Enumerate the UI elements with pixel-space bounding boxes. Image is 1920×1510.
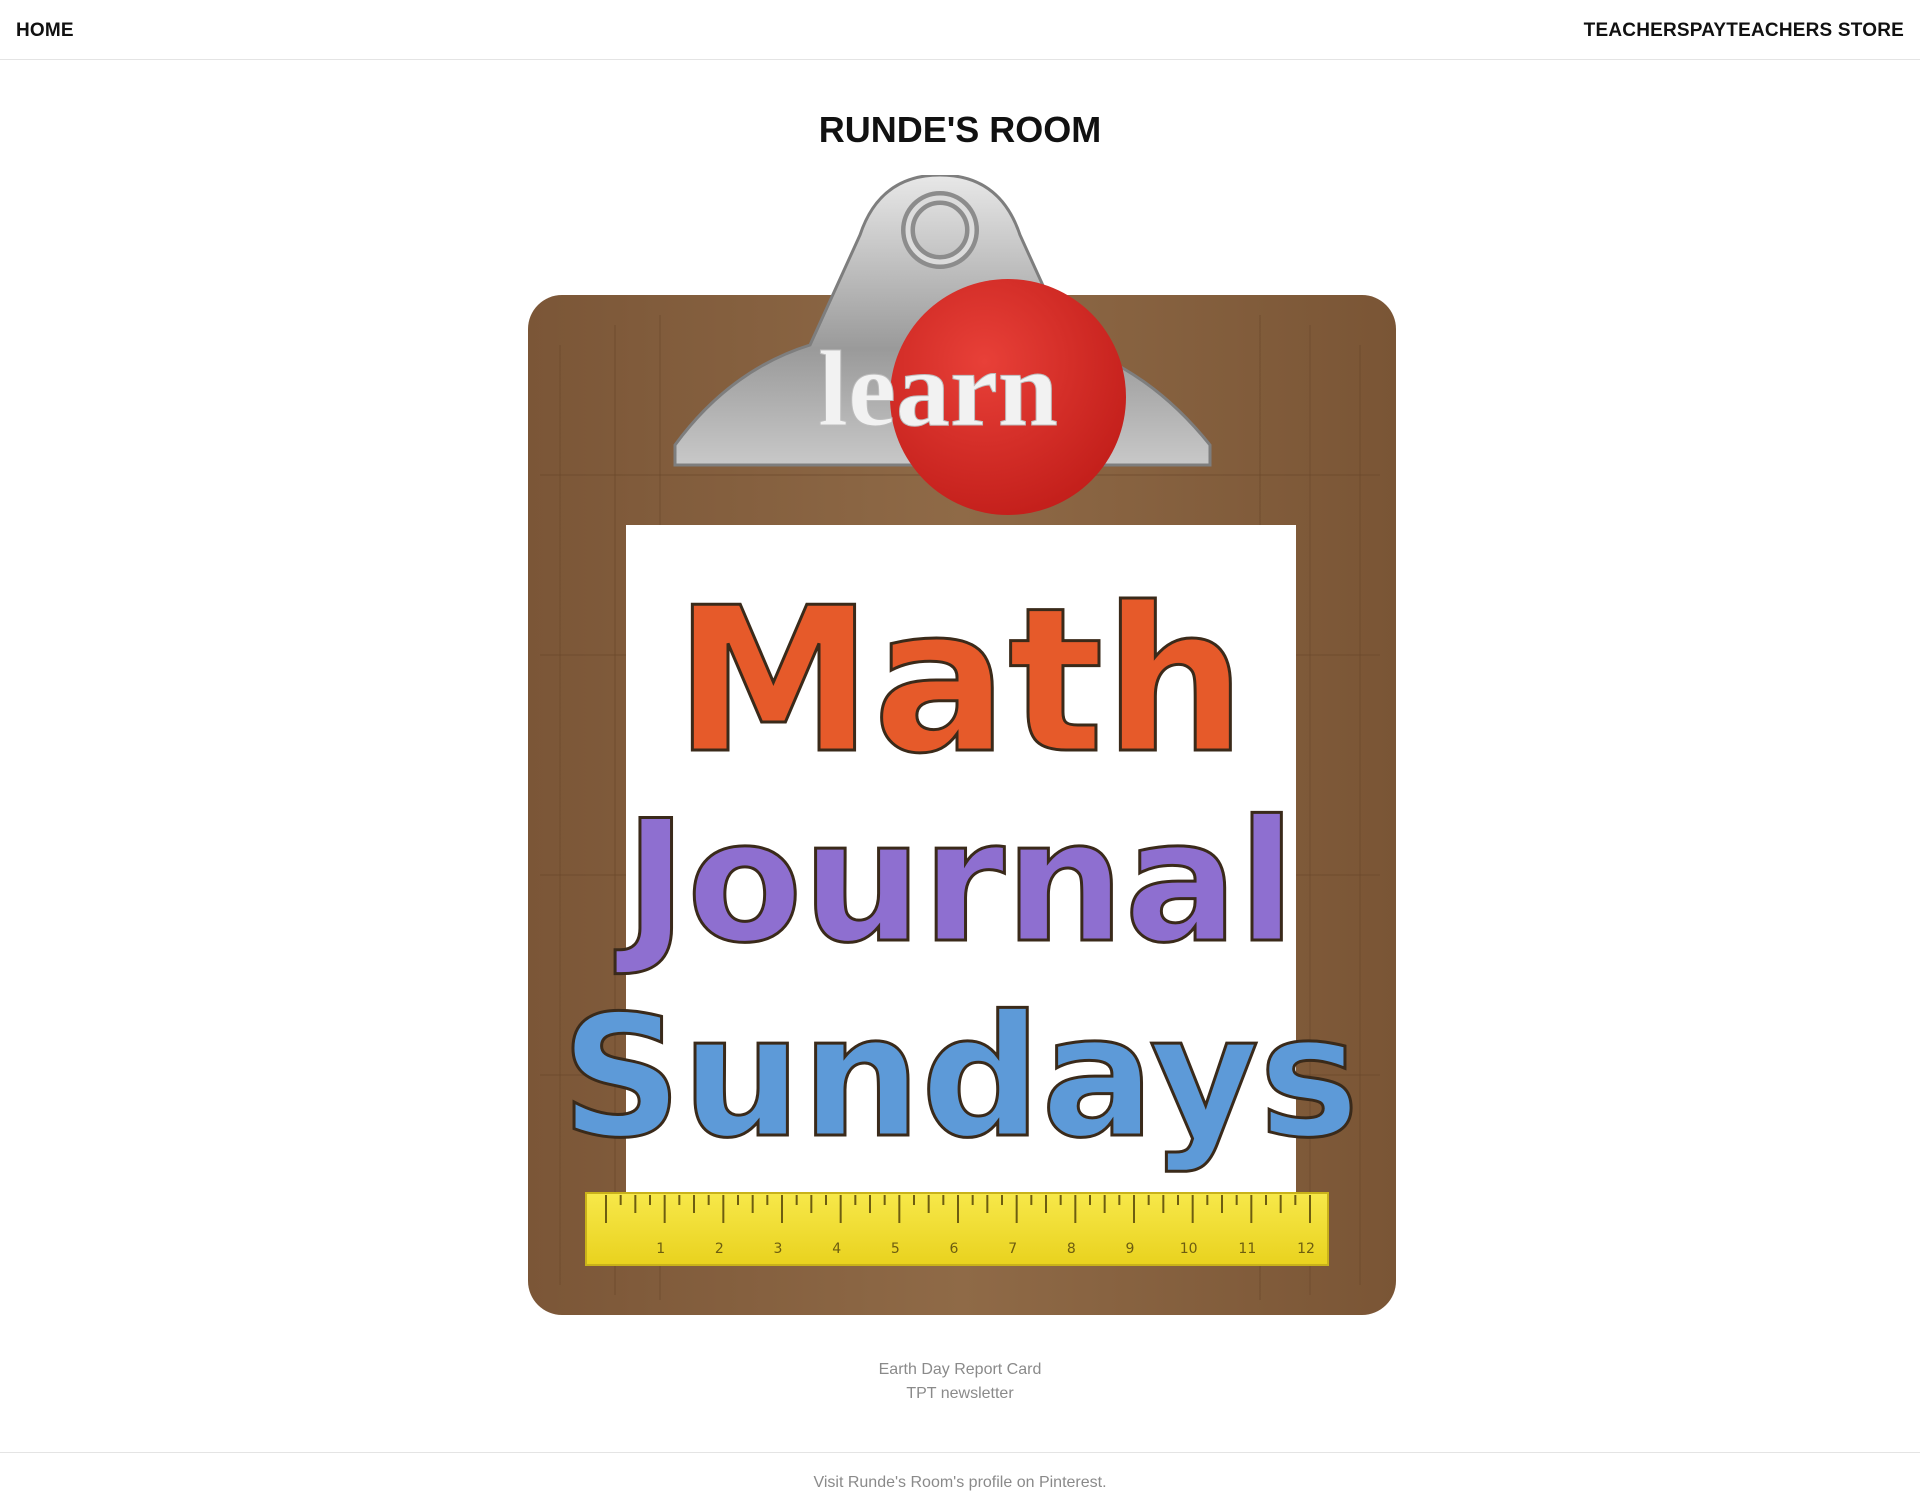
svg-text:learn: learn [818,330,1058,449]
ruler-number: 8 [1067,1241,1076,1257]
ruler-number: 7 [1008,1241,1017,1257]
link-tpt-newsletter[interactable]: TPT newsletter [0,1382,1920,1406]
link-earth-day-report-card[interactable]: Earth Day Report Card [0,1358,1920,1382]
page-title: RUNDE'S ROOM [818,109,1102,150]
clipboard-illustration: learn Math Journal Sundays 1 2 3 4 5 6 7 8 9 10 11… [528,175,1396,1315]
svg-text:Sundays: Sundays [561,979,1359,1175]
featured-image[interactable]: learn Math Journal Sundays 1 2 3 4 5 6 7 8 9 10 11… [520,175,1400,1320]
top-navigation: HOME TEACHERSPAYTEACHERS STORE [0,0,1920,60]
ruler-number: 9 [1126,1241,1135,1257]
ruler-number: 3 [774,1241,783,1257]
ruler-number: 10 [1180,1241,1198,1257]
journal-title: Math Journal Sundays [559,564,1360,1177]
ruler-number: 11 [1238,1241,1256,1257]
ruler-number: 5 [891,1241,900,1257]
svg-text:Math: Math [674,565,1246,798]
ruler-number: 12 [1297,1241,1315,1257]
footer: Visit Runde's Room's profile on Pinteres… [0,1452,1920,1510]
svg-text:Journal: Journal [615,784,1296,980]
pinterest-profile-link[interactable]: Visit Runde's Room's profile on Pinteres… [813,1474,1106,1491]
nav-home-link[interactable]: HOME [16,20,74,42]
ruler-number: 1 [656,1241,665,1257]
related-links: Earth Day Report Card TPT newsletter [0,1358,1920,1406]
ruler: 1 2 3 4 5 6 7 8 9 10 11 12 [585,1192,1329,1266]
nav-store-link[interactable]: TEACHERSPAYTEACHERS STORE [1584,20,1904,42]
ruler-number: 4 [832,1241,841,1257]
ruler-number: 2 [715,1241,724,1257]
ruler-number: 6 [950,1241,959,1257]
